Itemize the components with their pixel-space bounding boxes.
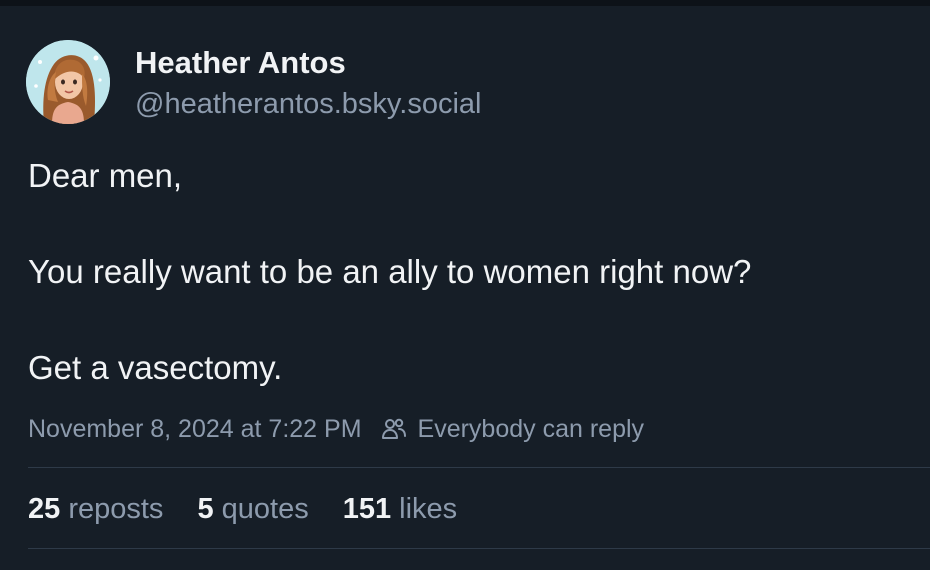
post-text-line: Dear men, <box>28 157 183 194</box>
quotes-count: 5 <box>197 492 214 525</box>
divider <box>28 548 930 549</box>
post-meta: November 8, 2024 at 7:22 PM Everybody ca… <box>28 409 644 449</box>
post-stats: 25 reposts 5 quotes 151 likes <box>28 489 491 529</box>
likes-count: 151 <box>342 492 392 525</box>
divider <box>28 467 930 468</box>
quotes-stat[interactable]: 5 quotes <box>197 493 308 526</box>
author-avatar[interactable] <box>26 40 110 124</box>
reposts-label: reposts <box>68 492 164 525</box>
reposts-stat[interactable]: 25 reposts <box>28 493 163 526</box>
reply-setting-label[interactable]: Everybody can reply <box>418 415 645 444</box>
likes-label: likes <box>399 492 458 525</box>
post-text: Dear men, You really want to be an ally … <box>28 152 918 392</box>
post-text-line: You really want to be an ally to women r… <box>28 253 752 290</box>
author-name[interactable]: Heather Antos <box>135 44 346 82</box>
author-handle[interactable]: @heatherantos.bsky.social <box>135 86 481 122</box>
reposts-count: 25 <box>28 492 61 525</box>
post-text-line: Get a vasectomy. <box>28 349 283 386</box>
post-timestamp[interactable]: November 8, 2024 at 7:22 PM <box>28 415 362 444</box>
people-icon <box>380 415 408 443</box>
likes-stat[interactable]: 151 likes <box>343 493 457 526</box>
quotes-label: quotes <box>221 492 309 525</box>
user-avatar-illustration-icon <box>26 40 110 124</box>
